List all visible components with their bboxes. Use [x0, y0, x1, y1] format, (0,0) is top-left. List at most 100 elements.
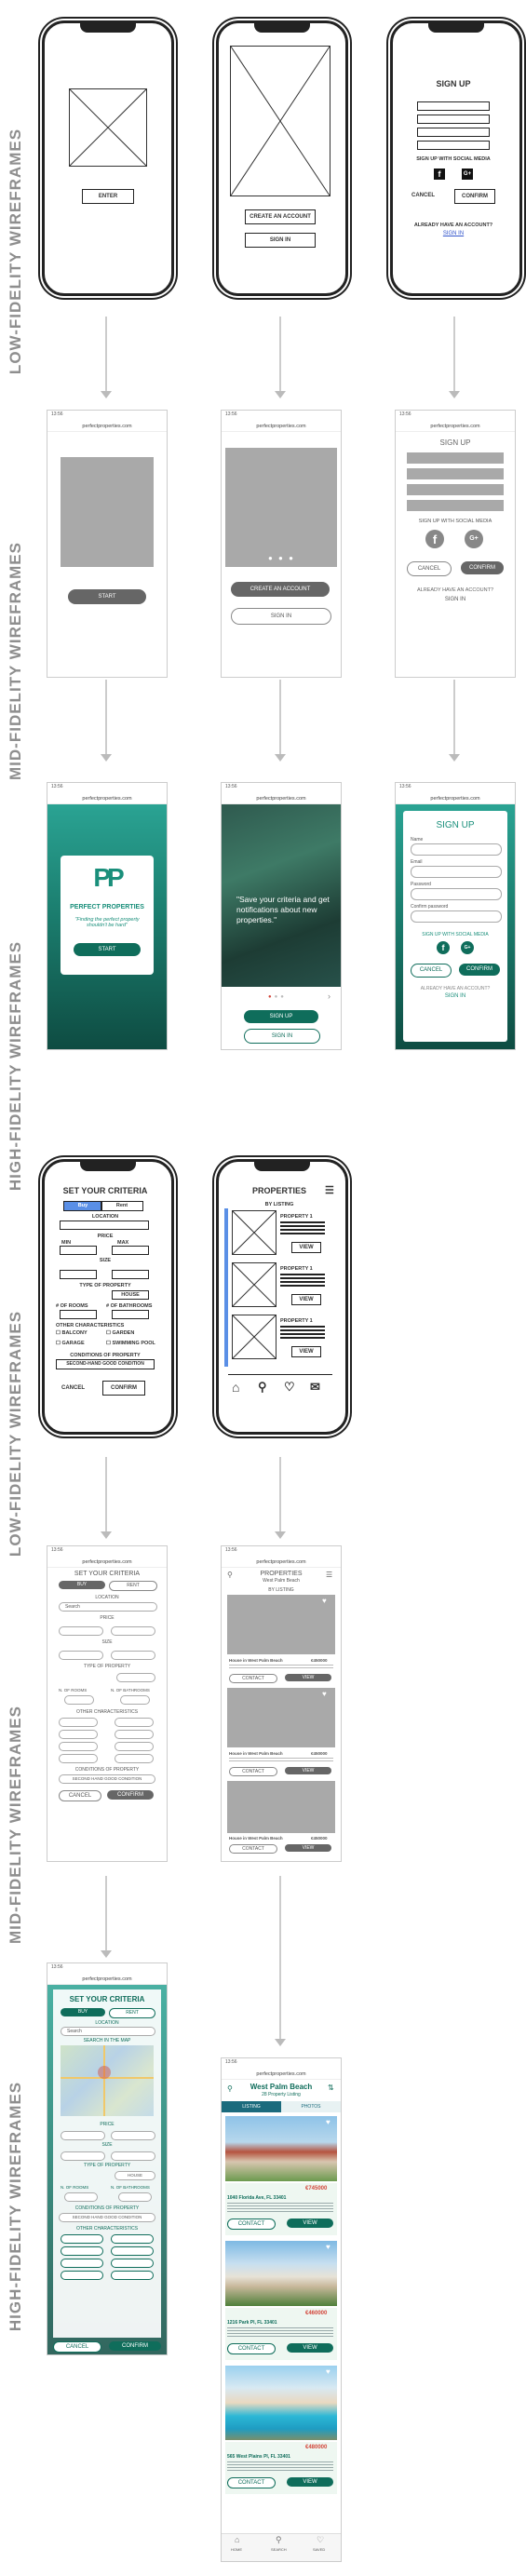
condition-select[interactable]: SECOND-HAND GOOD CONDITION [56, 1359, 155, 1369]
price-min-input[interactable] [60, 1246, 97, 1255]
type-select[interactable]: HOUSE [115, 2171, 155, 2180]
facebook-icon[interactable]: f [425, 530, 444, 548]
characteristic-chip[interactable] [115, 1754, 154, 1763]
email-field[interactable] [407, 468, 504, 479]
heart-icon[interactable]: ♡ [284, 1380, 295, 1395]
heart-icon[interactable]: ♥ [326, 2118, 330, 2126]
confirm-button[interactable]: CONFIRM [102, 1381, 145, 1396]
home-icon[interactable]: ⌂ [232, 1380, 239, 1395]
size-min-input[interactable] [61, 2151, 105, 2161]
characteristic-chip[interactable] [111, 2259, 154, 2268]
url-bar[interactable]: perfectproperties.com [396, 793, 515, 804]
sign-in-link[interactable]: SIGN IN [403, 993, 507, 999]
bathrooms-select[interactable] [118, 2192, 152, 2202]
start-button[interactable]: START [74, 943, 141, 956]
garage-checkbox[interactable]: ☐ GARAGE [56, 1341, 85, 1346]
sign-in-button[interactable]: SIGN IN [245, 233, 316, 248]
sign-in-link[interactable]: SIGN IN [396, 597, 515, 602]
cancel-button[interactable]: CANCEL [407, 561, 452, 576]
signup-field[interactable] [417, 141, 490, 150]
url-bar[interactable]: perfectproperties.com [47, 421, 167, 432]
url-bar[interactable]: perfectproperties.com [222, 2069, 341, 2080]
characteristic-chip[interactable] [111, 2271, 154, 2280]
buy-toggle[interactable]: BUY [59, 1581, 105, 1589]
bathrooms-select[interactable] [120, 1695, 150, 1705]
buy-toggle[interactable]: Buy [63, 1201, 102, 1211]
bedrooms-select[interactable] [64, 1695, 94, 1705]
view-button[interactable]: VIEW [287, 2219, 333, 2228]
characteristic-chip[interactable] [59, 1742, 98, 1751]
cancel-button[interactable]: CANCEL [411, 964, 452, 978]
confirm-password-field[interactable] [407, 500, 504, 511]
type-select[interactable]: HOUSE [112, 1290, 149, 1300]
price-max-input[interactable] [111, 1626, 155, 1636]
cancel-button[interactable]: CANCEL [411, 193, 435, 198]
price-min-input[interactable] [59, 1626, 103, 1636]
google-plus-icon[interactable]: G+ [465, 530, 483, 548]
filter-icon[interactable]: ☰ [326, 1571, 332, 1579]
contact-button[interactable]: CONTACT [229, 1674, 277, 1683]
contact-button[interactable]: CONTACT [227, 2343, 276, 2354]
heart-icon[interactable]: ♥ [326, 2367, 330, 2376]
signup-field[interactable] [417, 101, 490, 111]
confirm-button[interactable]: CONFIRM [459, 964, 500, 976]
garden-checkbox[interactable]: ☐ GARDEN [106, 1330, 134, 1336]
create-account-button[interactable]: CREATE AN ACCOUNT [245, 209, 316, 224]
size-min-input[interactable] [59, 1651, 103, 1660]
heart-icon[interactable]: ♥ [326, 2243, 330, 2251]
url-bar[interactable]: perfectproperties.com [47, 1974, 167, 1985]
contact-button[interactable]: CONTACT [227, 2477, 276, 2488]
cancel-button[interactable]: CANCEL [53, 2341, 101, 2353]
type-select[interactable] [116, 1673, 155, 1682]
name-field[interactable] [407, 452, 504, 464]
cancel-button[interactable]: CANCEL [59, 1790, 101, 1801]
view-button[interactable]: VIEW [285, 1767, 331, 1774]
pool-checkbox[interactable]: ☐ SWIMMING POOL [106, 1341, 155, 1346]
heart-icon[interactable]: ♥ [322, 1690, 327, 1698]
view-button[interactable]: VIEW [291, 1346, 321, 1357]
enter-button[interactable]: ENTER [82, 189, 134, 204]
url-bar[interactable]: perfectproperties.com [222, 421, 341, 432]
size-max-input[interactable] [112, 1270, 149, 1279]
facebook-icon[interactable]: f [437, 941, 450, 954]
password-field[interactable] [407, 484, 504, 495]
rent-toggle[interactable]: RENT [109, 2008, 155, 2018]
sign-in-button[interactable]: SIGN IN [231, 608, 331, 625]
view-button[interactable]: VIEW [287, 2477, 333, 2487]
view-button[interactable]: VIEW [291, 1294, 321, 1305]
carousel-dots[interactable]: ● ● ● [268, 554, 295, 562]
nav-home-label[interactable]: HOME [231, 2547, 242, 2552]
size-max-input[interactable] [111, 2151, 155, 2161]
mail-icon[interactable]: ✉ [310, 1380, 320, 1395]
search-input[interactable]: Search [61, 2027, 155, 2036]
name-field[interactable] [411, 843, 502, 856]
google-plus-icon[interactable]: G+ [461, 941, 474, 954]
balcony-checkbox[interactable]: ☐ BALCONY [56, 1330, 88, 1336]
rent-toggle[interactable]: RENT [109, 1581, 157, 1591]
filter-icon[interactable]: ☰ [325, 1184, 334, 1196]
contact-button[interactable]: CONTACT [227, 2219, 276, 2230]
sign-up-button[interactable]: SIGN UP [244, 1010, 318, 1023]
google-plus-icon[interactable]: G+ [462, 169, 473, 180]
create-account-button[interactable]: CREATE AN ACCOUNT [231, 582, 330, 597]
view-button[interactable]: VIEW [287, 2343, 333, 2353]
sign-in-link[interactable]: SIGN IN [393, 231, 514, 236]
carousel-next-icon[interactable]: › [328, 991, 330, 1001]
characteristic-chip[interactable] [61, 2234, 103, 2244]
characteristic-chip[interactable] [61, 2259, 103, 2268]
characteristic-chip[interactable] [59, 1754, 98, 1763]
characteristic-chip[interactable] [111, 2246, 154, 2256]
contact-button[interactable]: CONTACT [229, 1844, 277, 1854]
characteristic-chip[interactable] [59, 1718, 98, 1727]
map-view[interactable] [61, 2045, 154, 2116]
bedrooms-select[interactable] [60, 1310, 97, 1319]
characteristic-chip[interactable] [115, 1718, 154, 1727]
email-field[interactable] [411, 866, 502, 878]
characteristic-chip[interactable] [115, 1730, 154, 1739]
sign-in-button[interactable]: SIGN IN [244, 1029, 320, 1044]
url-bar[interactable]: perfectproperties.com [47, 793, 167, 804]
characteristic-chip[interactable] [111, 2234, 154, 2244]
home-icon[interactable]: ⌂ [235, 2535, 239, 2544]
characteristic-chip[interactable] [115, 1742, 154, 1751]
buy-toggle[interactable]: BUY [61, 2008, 105, 2016]
